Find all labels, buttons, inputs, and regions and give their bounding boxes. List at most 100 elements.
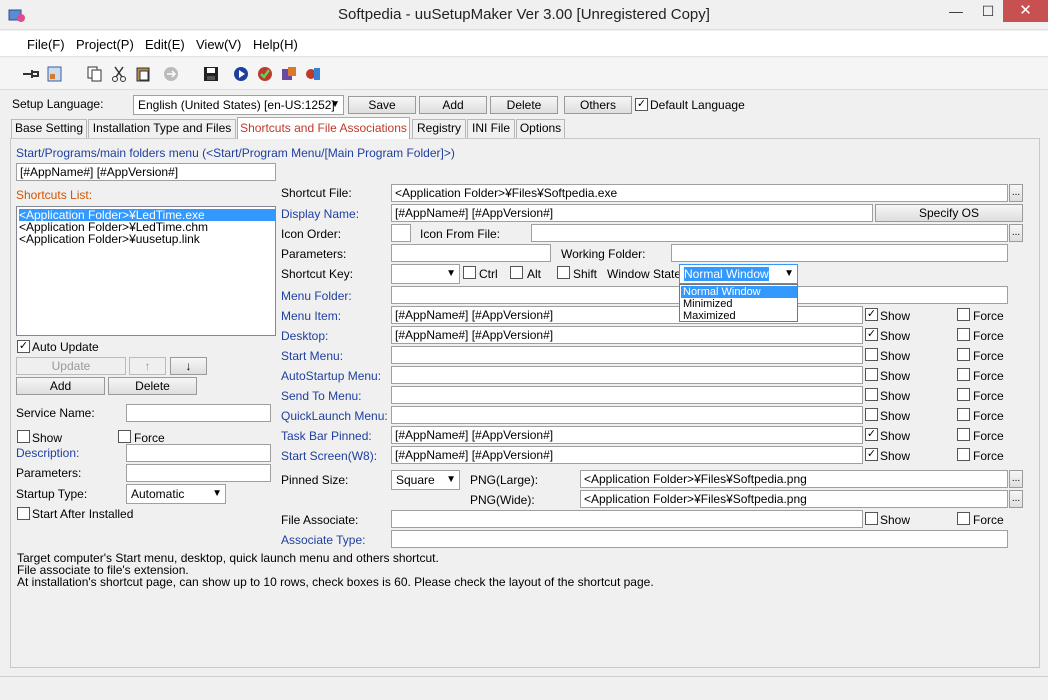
shortcut-row-force-checkbox[interactable] bbox=[957, 368, 970, 381]
png-wide-browse-button[interactable]: ... bbox=[1009, 490, 1023, 508]
save-language-button[interactable]: Save bbox=[348, 96, 416, 114]
shortcut-row-field[interactable]: [#AppName#] [#AppVersion#] bbox=[391, 446, 863, 464]
service-name-field[interactable] bbox=[126, 404, 271, 422]
window-state-select[interactable]: Normal Window ▼ bbox=[679, 264, 798, 284]
others-button[interactable]: Others bbox=[564, 96, 632, 114]
tab-registry[interactable]: Registry bbox=[412, 119, 466, 138]
file-associate-force-checkbox[interactable] bbox=[957, 512, 970, 525]
menu-project[interactable]: Project(P) bbox=[76, 37, 134, 52]
shift-checkbox[interactable] bbox=[557, 266, 570, 279]
shortcut-row-force-checkbox[interactable] bbox=[957, 348, 970, 361]
shortcut-row-show-checkbox[interactable] bbox=[865, 348, 878, 361]
service-parameters-field[interactable] bbox=[126, 464, 271, 482]
minimize-button[interactable]: — bbox=[940, 0, 972, 22]
window-state-option[interactable]: Normal Window bbox=[681, 286, 797, 298]
file-associate-show-checkbox[interactable] bbox=[865, 512, 878, 525]
shortcut-row-show-checkbox[interactable]: ✓ bbox=[865, 328, 878, 341]
shortcut-row-label: Start Screen(W8): bbox=[281, 449, 378, 463]
setup-language-select[interactable]: English (United States) [en-US:1252] ▼ bbox=[133, 95, 344, 115]
shortcuts-listbox[interactable]: <Application Folder>¥LedTime.exe <Applic… bbox=[16, 206, 276, 336]
start-after-installed-checkbox[interactable] bbox=[17, 507, 30, 520]
shortcut-file-field[interactable]: <Application Folder>¥Files¥Softpedia.exe bbox=[391, 184, 1008, 202]
shortcut-file-browse-button[interactable]: ... bbox=[1009, 184, 1023, 202]
shortcut-row-force-checkbox[interactable] bbox=[957, 328, 970, 341]
description-field[interactable] bbox=[126, 444, 271, 462]
cut-icon[interactable] bbox=[108, 63, 130, 85]
add-shortcut-button[interactable]: Add bbox=[16, 377, 105, 395]
parameters-field[interactable] bbox=[391, 244, 551, 262]
run-icon[interactable] bbox=[230, 63, 252, 85]
properties-icon[interactable] bbox=[44, 63, 66, 85]
startup-type-select[interactable]: Automatic ▼ bbox=[126, 484, 226, 504]
delete-language-button[interactable]: Delete bbox=[490, 96, 558, 114]
delete-shortcut-button[interactable]: Delete bbox=[108, 377, 197, 395]
start-menu-field[interactable]: [#AppName#] [#AppVersion#] bbox=[16, 163, 276, 181]
shortcut-row-force-checkbox[interactable] bbox=[957, 388, 970, 401]
menu-help[interactable]: Help(H) bbox=[253, 37, 298, 52]
move-up-button[interactable]: ↑ bbox=[129, 357, 166, 375]
copy-icon[interactable] bbox=[84, 63, 106, 85]
default-language-checkbox[interactable]: ✓ bbox=[635, 98, 648, 111]
shortcut-row-show-checkbox[interactable] bbox=[865, 408, 878, 421]
file-associate-field[interactable] bbox=[391, 510, 863, 528]
close-button[interactable]: ✕ bbox=[1003, 0, 1048, 22]
alt-checkbox[interactable] bbox=[510, 266, 523, 279]
shortcut-row-force-checkbox[interactable] bbox=[957, 308, 970, 321]
pin-icon[interactable] bbox=[20, 63, 42, 85]
window-state-dropdown[interactable]: Normal Window Minimized Maximized bbox=[679, 284, 798, 322]
png-wide-field[interactable]: <Application Folder>¥Files¥Softpedia.png bbox=[580, 490, 1008, 508]
shortcut-row-show-checkbox[interactable] bbox=[865, 368, 878, 381]
display-name-field[interactable]: [#AppName#] [#AppVersion#] bbox=[391, 204, 873, 222]
shortcut-key-select[interactable]: ▼ bbox=[391, 264, 460, 284]
icon-file-browse-button[interactable]: ... bbox=[1009, 224, 1023, 242]
paste-icon[interactable] bbox=[132, 63, 154, 85]
shortcut-row-field[interactable]: [#AppName#] [#AppVersion#] bbox=[391, 426, 863, 444]
shortcut-row-show-checkbox[interactable] bbox=[865, 388, 878, 401]
tab-shortcuts[interactable]: Shortcuts and File Associations bbox=[237, 117, 410, 139]
shortcut-row-show-checkbox[interactable]: ✓ bbox=[865, 308, 878, 321]
shortcut-row-show-checkbox[interactable]: ✓ bbox=[865, 448, 878, 461]
menu-file[interactable]: File(F) bbox=[27, 37, 65, 52]
menu-edit[interactable]: Edit(E) bbox=[145, 37, 185, 52]
shortcut-row-field[interactable]: [#AppName#] [#AppVersion#] bbox=[391, 326, 863, 344]
associate-type-field[interactable] bbox=[391, 530, 1008, 548]
shortcut-row-force-checkbox[interactable] bbox=[957, 408, 970, 421]
list-item[interactable]: <Application Folder>¥uusetup.link bbox=[19, 233, 200, 245]
save-icon[interactable] bbox=[200, 63, 222, 85]
shortcut-row-force-checkbox[interactable] bbox=[957, 428, 970, 441]
specify-os-button[interactable]: Specify OS bbox=[875, 204, 1023, 222]
shortcut-row-field[interactable] bbox=[391, 386, 863, 404]
service-force-checkbox[interactable] bbox=[118, 430, 131, 443]
tab-options[interactable]: Options bbox=[516, 119, 565, 138]
window-state-option[interactable]: Maximized bbox=[681, 310, 797, 322]
service-show-checkbox[interactable] bbox=[17, 430, 30, 443]
tab-ini-file[interactable]: INI File bbox=[467, 119, 515, 138]
shortcut-row-field[interactable] bbox=[391, 346, 863, 364]
service-parameters-label: Parameters: bbox=[16, 466, 82, 480]
tab-base-setting[interactable]: Base Setting bbox=[11, 119, 87, 138]
move-down-button[interactable]: ↓ bbox=[170, 357, 207, 375]
menu-view[interactable]: View(V) bbox=[196, 37, 241, 52]
pinned-size-select[interactable]: Square ▼ bbox=[391, 470, 460, 490]
update-button[interactable]: Update bbox=[16, 357, 126, 375]
share-icon[interactable] bbox=[160, 63, 182, 85]
maximize-button[interactable]: ☐ bbox=[972, 0, 1004, 22]
tab-installation-type[interactable]: Installation Type and Files bbox=[88, 119, 236, 138]
ctrl-checkbox[interactable] bbox=[463, 266, 476, 279]
add-language-button[interactable]: Add bbox=[419, 96, 487, 114]
png-wide-label: PNG(Wide): bbox=[470, 493, 535, 507]
check-icon[interactable] bbox=[254, 63, 276, 85]
build-icon[interactable] bbox=[278, 63, 300, 85]
png-large-field[interactable]: <Application Folder>¥Files¥Softpedia.png bbox=[580, 470, 1008, 488]
shortcut-row-field[interactable] bbox=[391, 366, 863, 384]
working-folder-field[interactable] bbox=[671, 244, 1008, 262]
auto-update-checkbox[interactable]: ✓ bbox=[17, 340, 30, 353]
shortcut-row-show-checkbox[interactable]: ✓ bbox=[865, 428, 878, 441]
icon-order-field[interactable] bbox=[391, 224, 411, 242]
png-large-browse-button[interactable]: ... bbox=[1009, 470, 1023, 488]
shortcut-row-field[interactable] bbox=[391, 406, 863, 424]
icon-from-file-field[interactable] bbox=[531, 224, 1008, 242]
tools-icon[interactable] bbox=[302, 63, 324, 85]
window-state-option[interactable]: Minimized bbox=[681, 298, 797, 310]
shortcut-row-force-checkbox[interactable] bbox=[957, 448, 970, 461]
